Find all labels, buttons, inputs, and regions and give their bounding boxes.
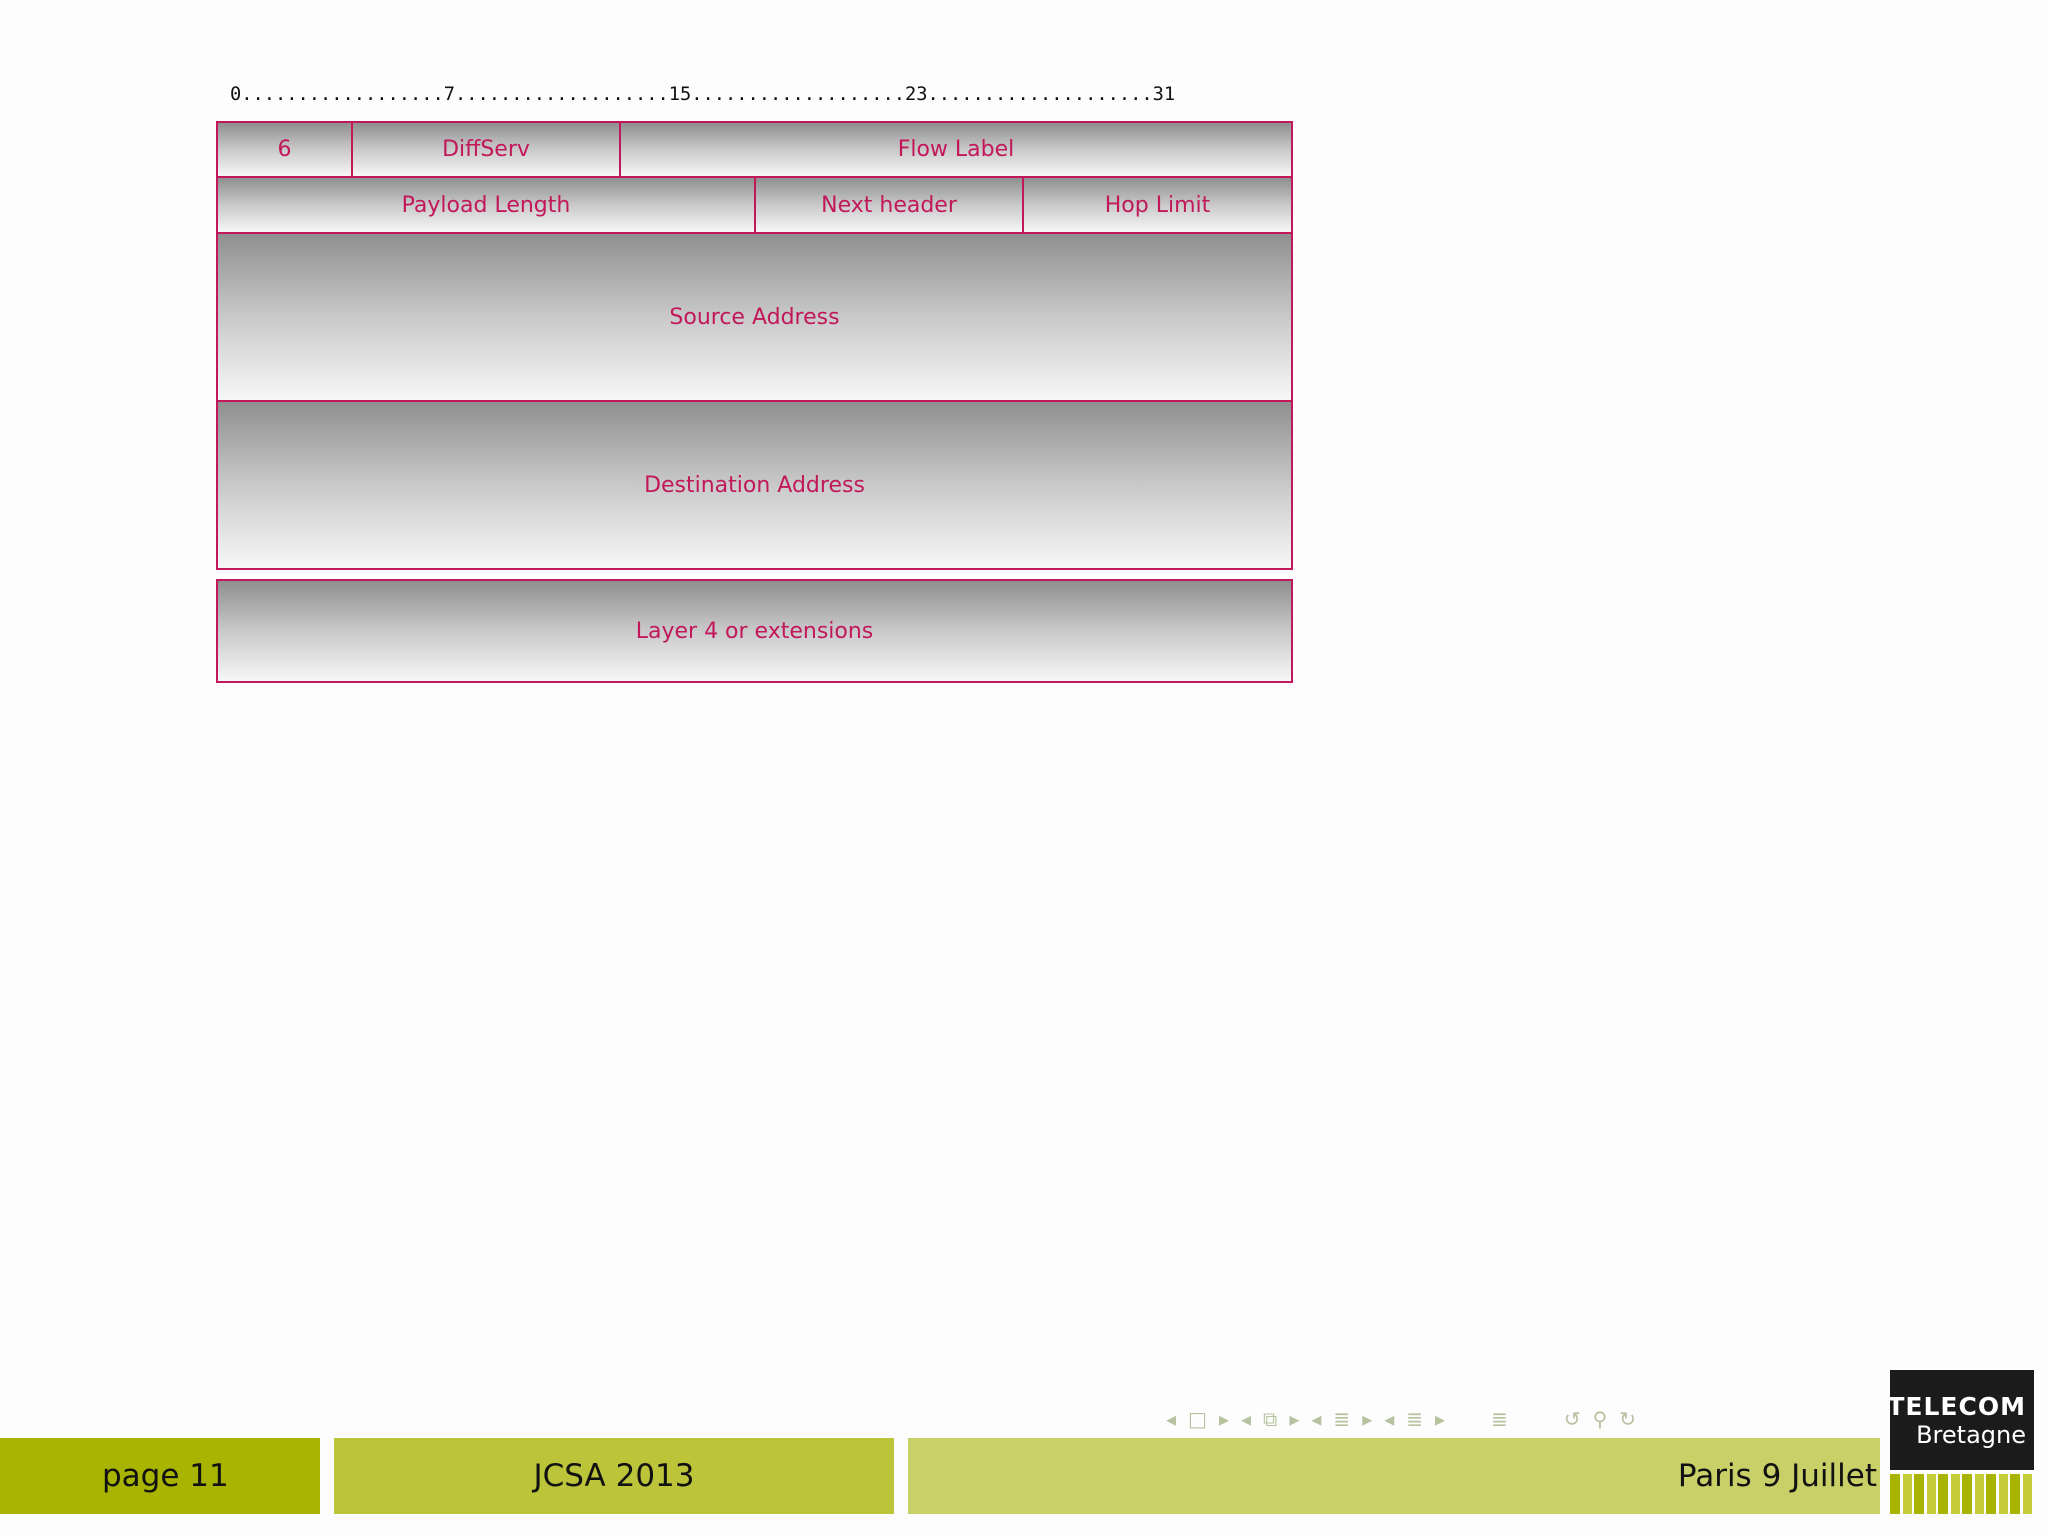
field-payload-length: Payload Length: [216, 176, 756, 234]
nav-right-icon[interactable]: ▸: [1219, 1407, 1229, 1431]
nav-left-icon[interactable]: ◂: [1166, 1407, 1176, 1431]
outline-icon[interactable]: ≣: [1491, 1407, 1508, 1431]
page-number: page 11: [102, 1458, 229, 1494]
field-source-address: Source Address: [216, 232, 1293, 402]
field-flow-label: Flow Label: [619, 121, 1293, 178]
section-icon[interactable]: ⧉: [1263, 1407, 1277, 1431]
field-destination-address: Destination Address: [216, 400, 1293, 570]
field-version: 6: [216, 121, 353, 178]
payload-block: Layer 4 or extensions: [216, 579, 1293, 683]
footer-place: Paris 9 Juillet: [908, 1438, 1880, 1514]
search-icon[interactable]: ⚲: [1593, 1407, 1608, 1431]
place-date: Paris 9 Juillet: [1677, 1458, 1877, 1494]
nav-right-icon[interactable]: ▸: [1435, 1407, 1445, 1431]
field-hop-limit: Hop Limit: [1022, 176, 1293, 234]
logo-line1: TELECOM: [1887, 1391, 2026, 1421]
field-next-header: Next header: [754, 176, 1024, 234]
undo-icon[interactable]: ↺: [1564, 1407, 1581, 1431]
nav-left-icon[interactable]: ◂: [1311, 1407, 1321, 1431]
redo-icon[interactable]: ↻: [1619, 1407, 1636, 1431]
bit-ruler: 0..................7...................1…: [230, 84, 1176, 105]
nav-right-icon[interactable]: ▸: [1362, 1407, 1372, 1431]
logo-pattern-icon: [1890, 1474, 2034, 1514]
nav-left-icon[interactable]: ◂: [1384, 1407, 1394, 1431]
event-name: JCSA 2013: [533, 1458, 695, 1494]
beamer-navigation[interactable]: ◂ □ ▸ ◂ ⧉ ▸ ◂ ≣ ▸ ◂ ≣ ▸ ≣ ↺ ⚲ ↻: [1160, 1404, 1642, 1434]
footer-event: JCSA 2013: [334, 1438, 894, 1514]
subsubsection-icon[interactable]: ≣: [1406, 1407, 1423, 1431]
subsection-icon[interactable]: ≣: [1333, 1407, 1350, 1431]
nav-right-icon[interactable]: ▸: [1289, 1407, 1299, 1431]
logo-line2: Bretagne: [1916, 1420, 2026, 1449]
frame-icon[interactable]: □: [1188, 1407, 1207, 1431]
footer-page: page 11: [0, 1438, 320, 1514]
telecom-bretagne-logo: TELECOM Bretagne: [1887, 1370, 2034, 1470]
nav-left-icon[interactable]: ◂: [1241, 1407, 1251, 1431]
field-diffserv: DiffServ: [351, 121, 621, 178]
